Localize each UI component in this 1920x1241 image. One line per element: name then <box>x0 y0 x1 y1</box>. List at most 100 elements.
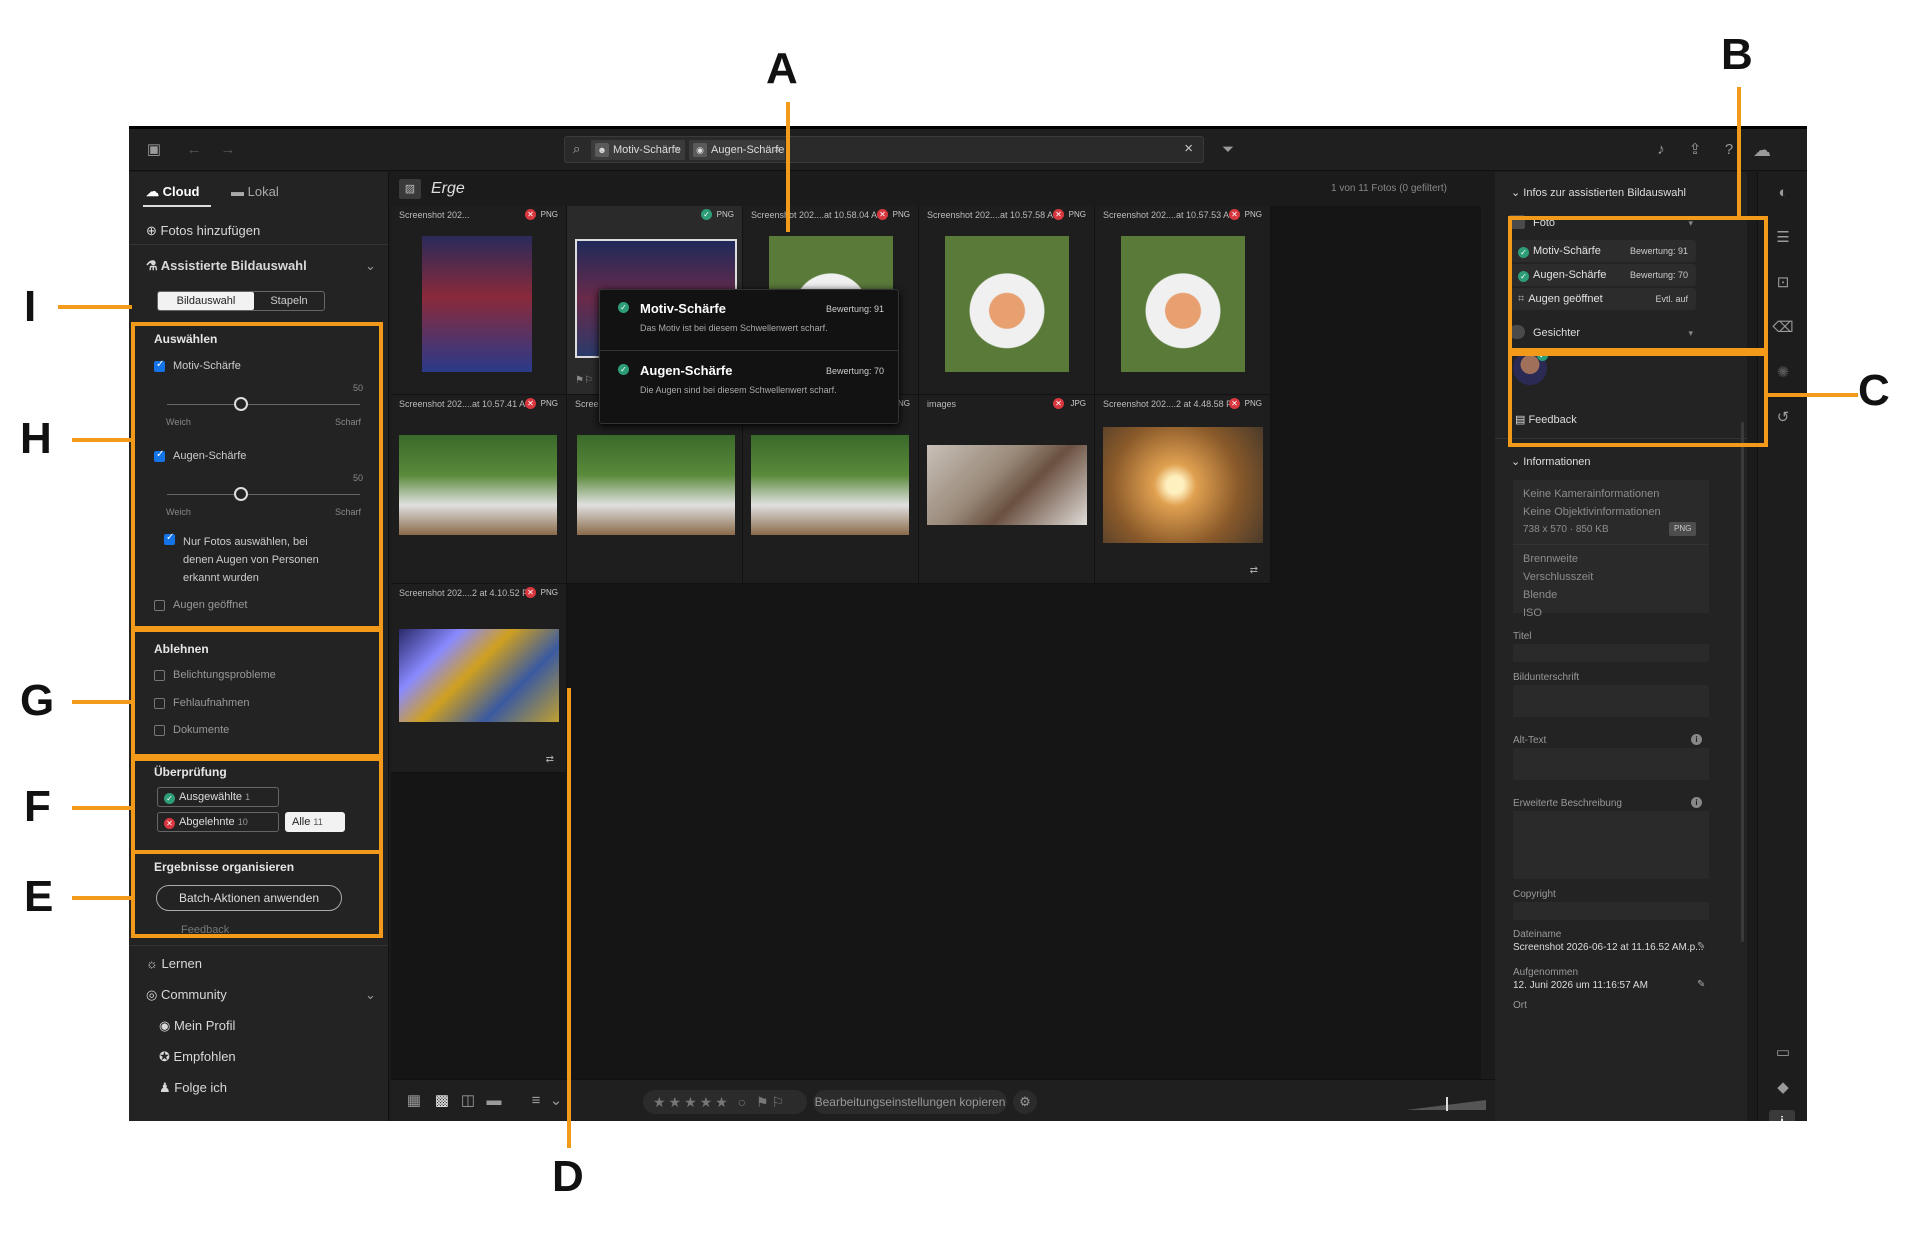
photo-filename: Screenshot 202....at 10.57.53 AM <box>1103 210 1237 220</box>
mode-stacks-button[interactable]: Stapeln <box>254 292 324 310</box>
chevron-down-icon[interactable]: ⌄ <box>365 258 376 274</box>
forward-arrow-icon[interactable]: → <box>217 139 239 161</box>
photo-cell[interactable]: Screenshot 202....at 10.57.53 AM PNG ✕ <box>1095 206 1271 395</box>
eye-face-icon: ◉ <box>693 143 707 157</box>
ext-desc-label: Erweiterte Beschreibung <box>1513 798 1622 809</box>
alt-text-field[interactable] <box>1513 748 1709 780</box>
community-item[interactable]: ◎ Community <box>146 987 227 1003</box>
single-view-icon[interactable]: ▬ <box>483 1090 505 1112</box>
copyright-field[interactable] <box>1513 902 1709 920</box>
photo-cell[interactable]: Screenshot 202....2 at 4.48.58 PM PNG ✕ ⇄ <box>1095 395 1271 584</box>
photo-thumbnail[interactable] <box>751 435 909 535</box>
tag-icon[interactable]: ◆ <box>1772 1077 1794 1099</box>
grid-view-icon[interactable]: ▩ <box>431 1090 453 1112</box>
assisted-culling-icon[interactable]: ◐ <box>1772 182 1794 204</box>
tab-local[interactable]: ▬ Lokal <box>231 184 279 199</box>
captured-value: 12. Juni 2026 um 11:16:57 AM <box>1513 980 1648 991</box>
adjustments-icon[interactable]: ⇄ <box>546 754 554 765</box>
photo-cell[interactable]: Screenshot 202....at 10.57.41 AM PNG ✕ <box>391 395 567 584</box>
annotation-label-c: C <box>1858 366 1890 415</box>
info-icon[interactable]: i <box>1691 797 1702 808</box>
rejected-x-icon: ✕ <box>1229 398 1240 409</box>
photo-thumbnail[interactable] <box>927 445 1087 525</box>
assisted-info-header[interactable]: ⌄ Infos zur assistierten Bildauswahl <box>1511 186 1686 199</box>
photo-thumbnail[interactable] <box>1103 427 1263 543</box>
gear-icon[interactable]: ⚙ <box>1013 1090 1037 1114</box>
remove-chip-icon[interactable]: × <box>674 140 680 160</box>
comment-icon[interactable]: ▭ <box>1772 1042 1794 1064</box>
photo-cell[interactable]: Screenshot 202....2 at 4.10.52 PM PNG ✕ ⇄ <box>391 584 567 773</box>
annotation-box-c <box>1508 352 1768 447</box>
share-icon[interactable]: ⇪ <box>1684 139 1706 161</box>
photo-thumbnail[interactable] <box>1121 236 1245 372</box>
adjustments-icon[interactable]: ⇄ <box>1250 565 1258 576</box>
filter-icon[interactable]: ⏷ <box>1217 139 1239 161</box>
information-header[interactable]: ⌄ Informationen <box>1511 455 1591 468</box>
format-badge: PNG <box>1669 522 1697 536</box>
compare-icon[interactable]: ◫ <box>457 1090 479 1112</box>
annotation-line-e <box>72 896 134 900</box>
annotation-label-f: F <box>24 782 51 831</box>
photo-thumbnail[interactable] <box>399 629 559 722</box>
photo-cell[interactable]: images JPG ✕ <box>919 395 1095 584</box>
copy-settings-button[interactable]: Bearbeitungseinstellungen kopieren <box>813 1090 1007 1114</box>
bell-icon[interactable]: ♪ <box>1650 139 1672 161</box>
clear-search-icon[interactable]: × <box>1184 140 1193 157</box>
grid-small-icon[interactable]: ▦ <box>403 1090 425 1112</box>
check-icon: ✓ <box>618 364 629 375</box>
edit-pencil-icon[interactable]: ✎ <box>1697 979 1705 990</box>
photo-count: 1 von 11 Fotos (0 gefiltert) <box>1331 183 1447 194</box>
annotation-line-a <box>786 102 790 232</box>
photo-thumbnail[interactable] <box>945 236 1069 372</box>
assisted-culling-header[interactable]: ⚗ Assistierte Bildauswahl <box>146 258 307 274</box>
back-arrow-icon[interactable]: ← <box>183 139 205 161</box>
divider <box>600 350 898 351</box>
crop-icon[interactable]: ⊡ <box>1772 272 1794 294</box>
cloud-icon[interactable]: ☁ <box>1751 139 1773 161</box>
info-panel-icon[interactable]: i <box>1769 1110 1795 1121</box>
tab-cloud[interactable]: ☁ Cloud <box>146 184 199 200</box>
rating-flag-bar[interactable]: ★★★★★ ○ ⚑⚐ <box>643 1090 807 1114</box>
sort-icon[interactable]: ≡ <box>525 1090 547 1112</box>
learn-item[interactable]: ☼ Lernen <box>146 956 202 971</box>
recommended-item[interactable]: ✪ Empfohlen <box>159 1049 236 1065</box>
chevron-down-icon[interactable]: ⌄ <box>545 1090 567 1112</box>
remove-chip-icon[interactable]: × <box>774 140 780 160</box>
sliders-icon[interactable]: ☰ <box>1772 227 1794 249</box>
photo-thumbnail[interactable] <box>577 435 735 535</box>
edit-pencil-icon[interactable]: ✎ <box>1697 941 1705 952</box>
info-icon[interactable]: i <box>1691 734 1702 745</box>
masking-icon[interactable]: ✺ <box>1772 362 1794 384</box>
my-profile-item[interactable]: ◉ Mein Profil <box>159 1018 235 1034</box>
chevron-down-icon[interactable]: ⌄ <box>365 987 376 1003</box>
check-icon: ✓ <box>618 302 629 313</box>
search-chip-subject[interactable]: ☻ Motiv-Schärfe × <box>591 140 685 160</box>
image-icon[interactable]: ▨ <box>399 179 421 199</box>
photo-thumbnail[interactable] <box>399 435 557 535</box>
bottom-toolbar: ▦ ▩ ◫ ▬ ≡ ⌄ ★★★★★ ○ ⚑⚐ Bearbeitungseinst… <box>391 1079 1495 1121</box>
ext-desc-field[interactable] <box>1513 811 1709 879</box>
tooltip-eye-title: Augen-Schärfe <box>640 363 733 378</box>
search-chip-eyes[interactable]: ◉ Augen-Schärfe × <box>689 140 785 160</box>
iso: ISO <box>1523 607 1542 619</box>
photo-thumbnail[interactable] <box>422 236 532 372</box>
photo-cell[interactable]: Screenshot 202....at 10.57.58 AM PNG ✕ <box>919 206 1095 395</box>
caption-field[interactable] <box>1513 685 1709 717</box>
add-photos-button[interactable]: ⊕ Fotos hinzufügen <box>146 223 260 239</box>
divider <box>1513 544 1709 545</box>
tooltip-subject-desc: Das Motiv ist bei diesem Schwellenwert s… <box>640 323 828 333</box>
eraser-icon[interactable]: ⌫ <box>1772 317 1794 339</box>
scrollbar[interactable] <box>1741 422 1744 942</box>
search-icon: ⌕ <box>573 141 581 156</box>
mode-select-button[interactable]: Bildauswahl <box>158 292 254 310</box>
title-field[interactable] <box>1513 644 1709 662</box>
photo-cell[interactable]: Screenshot 202... PNG ✕ <box>391 206 567 395</box>
no-lens-info: Keine Objektivinformationen <box>1523 506 1661 518</box>
flag-icon[interactable]: ⚑⚐ <box>575 375 593 386</box>
search-bar[interactable]: ⌕ ☻ Motiv-Schärfe × ◉ Augen-Schärfe × × <box>564 136 1204 163</box>
thumbnail-size-slider[interactable] <box>1406 1097 1486 1111</box>
slider-handle[interactable] <box>1446 1097 1448 1111</box>
history-icon[interactable]: ↺ <box>1772 407 1794 429</box>
following-item[interactable]: ♟ Folge ich <box>159 1080 227 1096</box>
panel-toggle-icon[interactable]: ▣ <box>143 139 165 161</box>
